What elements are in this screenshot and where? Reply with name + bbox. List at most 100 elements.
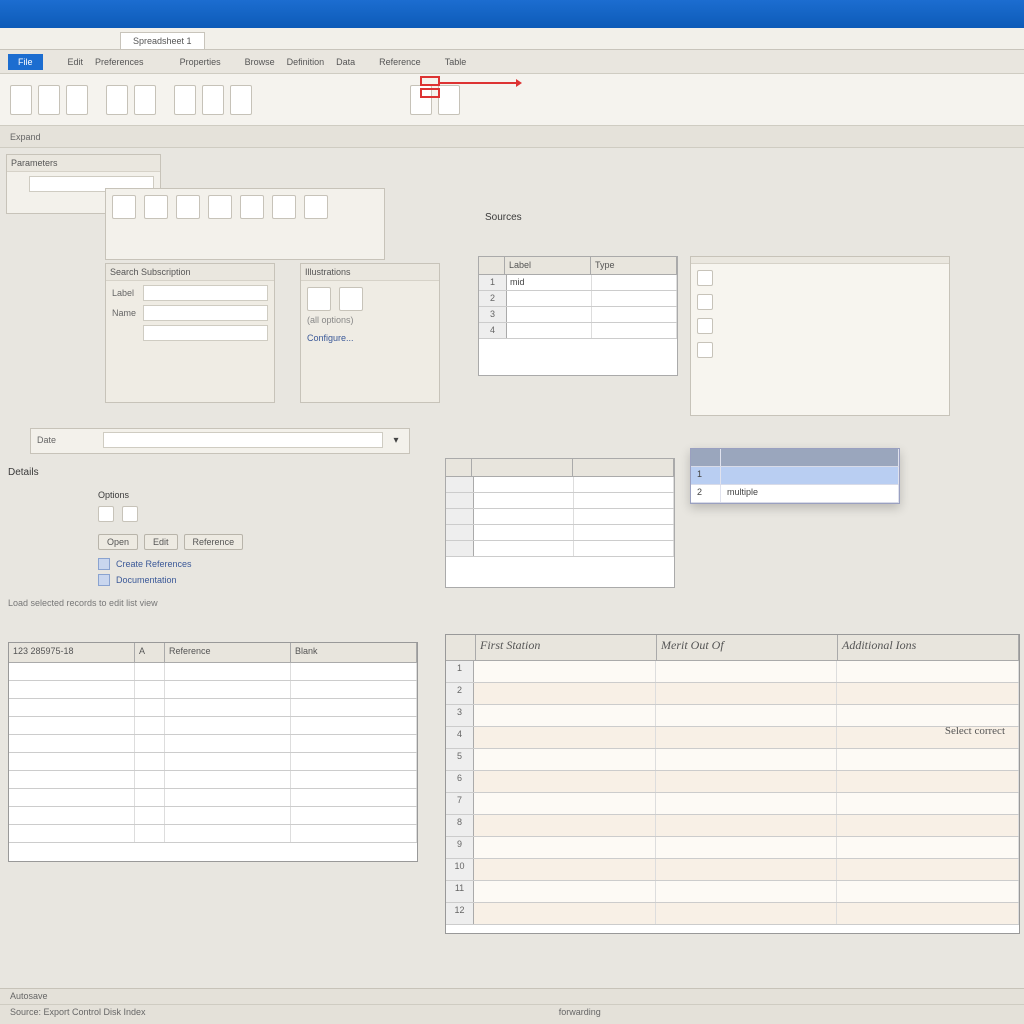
menu-bar: File Edit Preferences Properties Browse … [0, 50, 1024, 74]
preview-item-icon[interactable] [697, 318, 713, 334]
table-row[interactable]: 11 [446, 881, 1019, 903]
menu-item-4[interactable]: Properties [177, 57, 224, 67]
status-tab-0[interactable]: Autosave [10, 991, 48, 1002]
table-row[interactable]: 10 [446, 859, 1019, 881]
table-row[interactable]: 8 [446, 815, 1019, 837]
table-row[interactable] [9, 807, 417, 825]
link-create[interactable]: Create References [98, 556, 428, 572]
table-row[interactable] [9, 771, 417, 789]
options-link[interactable]: Configure... [307, 333, 433, 343]
table-row[interactable]: 5 [446, 749, 1019, 771]
pg-row[interactable] [446, 477, 674, 493]
table-row[interactable] [9, 717, 417, 735]
edit-button[interactable]: Edit [144, 534, 178, 550]
filter-icon[interactable] [122, 506, 138, 522]
details-title: Details [8, 463, 428, 482]
pg-hdr[interactable] [446, 459, 472, 476]
sources-row[interactable]: 3 [479, 307, 677, 323]
palette-icon[interactable] [144, 195, 168, 219]
sources-row[interactable]: 1mid [479, 275, 677, 291]
table-row[interactable] [9, 753, 417, 771]
palette-icon[interactable] [208, 195, 232, 219]
preview-item-icon[interactable] [697, 270, 713, 286]
ribbon-icon[interactable] [230, 85, 252, 115]
table-row[interactable]: 1 [446, 661, 1019, 683]
table-row[interactable]: 12 [446, 903, 1019, 925]
document-tabs: Spreadsheet 1 [0, 28, 1024, 50]
file-menu[interactable]: File [8, 54, 43, 70]
ribbon-icon[interactable] [134, 85, 156, 115]
ribbon-icon[interactable] [38, 85, 60, 115]
menu-item-12[interactable]: Table [442, 57, 470, 67]
sources-hdr-1[interactable]: Label [505, 257, 591, 274]
combo-input[interactable] [103, 432, 383, 448]
sec-left[interactable]: Expand [10, 132, 41, 142]
table-row[interactable]: 6 [446, 771, 1019, 793]
menu-item-7[interactable]: Definition [284, 57, 328, 67]
rs-hdr-3[interactable]: Additional Ions [838, 635, 1019, 660]
rs-hdr-1[interactable]: First Station [476, 635, 657, 660]
ls-hdr-3[interactable]: Blank [291, 643, 417, 662]
palette-icon[interactable] [272, 195, 296, 219]
reference-button[interactable]: Reference [184, 534, 244, 550]
pg-row[interactable] [446, 493, 674, 509]
ribbon-icon[interactable] [202, 85, 224, 115]
table-row[interactable] [9, 699, 417, 717]
menu-item-8[interactable]: Data [333, 57, 358, 67]
table-row[interactable] [9, 825, 417, 843]
palette-icon[interactable] [176, 195, 200, 219]
menu-item-1[interactable]: Preferences [92, 57, 147, 67]
ribbon-icon[interactable] [10, 85, 32, 115]
pg-hdr[interactable] [573, 459, 674, 476]
menu-item-0[interactable]: Edit [65, 57, 87, 67]
link-doc[interactable]: Documentation [98, 572, 428, 588]
table-row[interactable] [9, 663, 417, 681]
table-row[interactable]: 7 [446, 793, 1019, 815]
table-row[interactable]: 3 [446, 705, 1019, 727]
table-row[interactable] [9, 735, 417, 753]
menu-item-10[interactable]: Reference [376, 57, 424, 67]
pg-hdr[interactable] [472, 459, 573, 476]
popup-hdr-1[interactable] [721, 449, 899, 466]
preview-item-icon[interactable] [697, 342, 713, 358]
popup-row[interactable]: 2 multiple [691, 485, 899, 503]
palette-icon[interactable] [112, 195, 136, 219]
ls-hdr-2[interactable]: Reference [165, 643, 291, 662]
ls-hdr-0[interactable]: 123 285975-18 [9, 643, 135, 662]
field-input-1[interactable] [143, 305, 268, 321]
pg-row[interactable] [446, 525, 674, 541]
dropdown-popup[interactable]: 1 2 multiple [690, 448, 900, 504]
popup-hdr-0[interactable] [691, 449, 721, 466]
field-input-0[interactable] [143, 285, 268, 301]
table-row[interactable]: 4 [446, 727, 1019, 749]
palette-icon[interactable] [304, 195, 328, 219]
options-icon[interactable] [339, 287, 363, 311]
menu-item-6[interactable]: Browse [242, 57, 278, 67]
filter-icon[interactable] [98, 506, 114, 522]
pg-row[interactable] [446, 509, 674, 525]
status-bar: Autosave Source: Export Control Disk Ind… [0, 988, 1024, 1024]
field-input-2[interactable] [143, 325, 268, 341]
ls-hdr-1[interactable]: A [135, 643, 165, 662]
table-row[interactable]: 9 [446, 837, 1019, 859]
ribbon-icon[interactable] [174, 85, 196, 115]
table-row[interactable] [9, 681, 417, 699]
sources-row[interactable]: 2 [479, 291, 677, 307]
table-row[interactable]: 2 [446, 683, 1019, 705]
tab-active[interactable]: Spreadsheet 1 [120, 32, 205, 49]
popup-row[interactable]: 1 [691, 467, 899, 485]
table-row[interactable] [9, 789, 417, 807]
palette-icon[interactable] [240, 195, 264, 219]
preview-item-icon[interactable] [697, 294, 713, 310]
options-icon[interactable] [307, 287, 331, 311]
rs-hdr-2[interactable]: Merit Out Of [657, 635, 838, 660]
open-button[interactable]: Open [98, 534, 138, 550]
ribbon-icon[interactable] [106, 85, 128, 115]
sources-hdr-2[interactable]: Type [591, 257, 677, 274]
sources-hdr-0[interactable] [479, 257, 505, 274]
sources-row[interactable]: 4 [479, 323, 677, 339]
pg-row[interactable] [446, 541, 674, 557]
ribbon-icon[interactable] [66, 85, 88, 115]
chevron-down-icon[interactable]: ▾ [389, 435, 403, 446]
rs-hdr-0[interactable] [446, 635, 476, 660]
